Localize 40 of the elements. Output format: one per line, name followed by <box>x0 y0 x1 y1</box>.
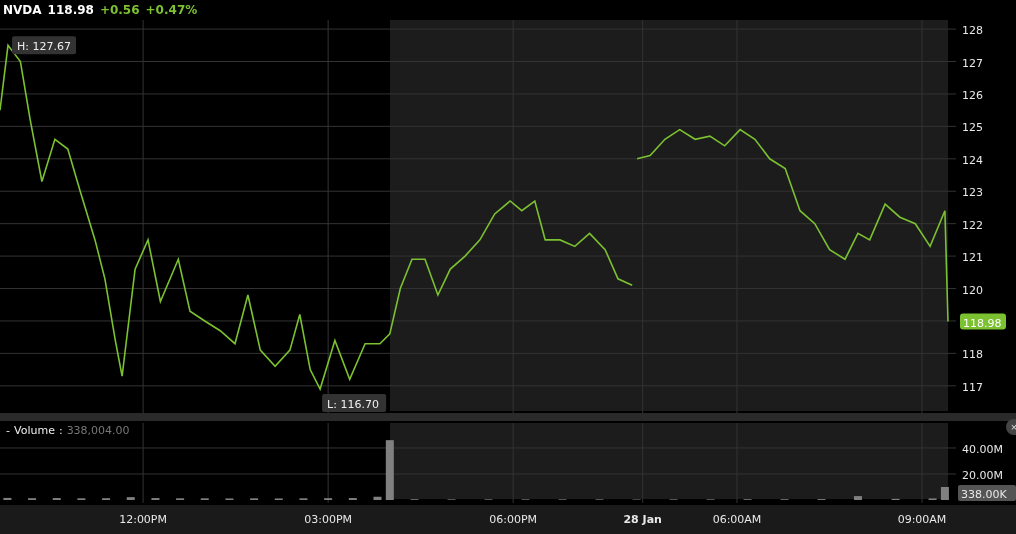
time-axis-label: 06:00PM <box>489 513 538 526</box>
price-annotation: H: 127.67 <box>12 36 76 55</box>
volume-bar <box>853 496 862 500</box>
last-volume-tag: 338.00K <box>958 485 1016 501</box>
price-axis-label: 126 <box>962 88 983 102</box>
label-colon: : <box>58 424 63 437</box>
volume-label: Volume <box>14 424 55 437</box>
price-axis-label: 121 <box>962 251 983 264</box>
volume-value: 338,004.00 <box>66 424 130 437</box>
price-axis-label: 127 <box>962 56 983 70</box>
time-axis-label: 06:00AM <box>712 513 762 526</box>
percent-change: +0.47% <box>145 2 198 17</box>
volume-bar <box>126 497 135 500</box>
price-annotation: L: 116.70 <box>322 393 387 412</box>
volume-axis-label: 40.00M <box>962 442 1003 456</box>
ticker-symbol: NVDA <box>3 2 42 17</box>
price-axis-label: 122 <box>962 218 983 232</box>
price-axis-label: 118 <box>962 348 983 362</box>
volume-bar <box>373 496 382 500</box>
annotation: H: 127.67 <box>17 40 71 54</box>
price-change: +0.56 <box>99 2 140 17</box>
price-axis-label: 123 <box>962 186 983 200</box>
price-axis-label: 125 <box>962 121 983 135</box>
volume-bar <box>3 497 12 500</box>
volume-bar <box>940 487 949 500</box>
price-axis-label: 117 <box>962 380 983 394</box>
time-axis-label: 03:00PM <box>304 513 353 526</box>
volume-axis-label: 20.00M <box>962 469 1003 482</box>
price-axis-label: 120 <box>962 283 983 297</box>
price-axis-label: 124 <box>962 153 983 167</box>
last-price: 118.98 <box>47 2 94 17</box>
last-price-tag: 118.98 <box>960 313 1006 330</box>
price-axis-label: 128 <box>962 24 983 37</box>
time-axis-label: 12:00PM <box>119 513 167 526</box>
volume-bar <box>385 440 394 500</box>
annotation: L: 116.70 <box>327 397 379 411</box>
time-axis-label: 09:00AM <box>897 513 947 526</box>
collapse-toggle[interactable]: - <box>6 424 10 437</box>
time-axis-label: 28 Jan <box>623 513 662 526</box>
close-button[interactable]: × <box>1006 419 1016 435</box>
